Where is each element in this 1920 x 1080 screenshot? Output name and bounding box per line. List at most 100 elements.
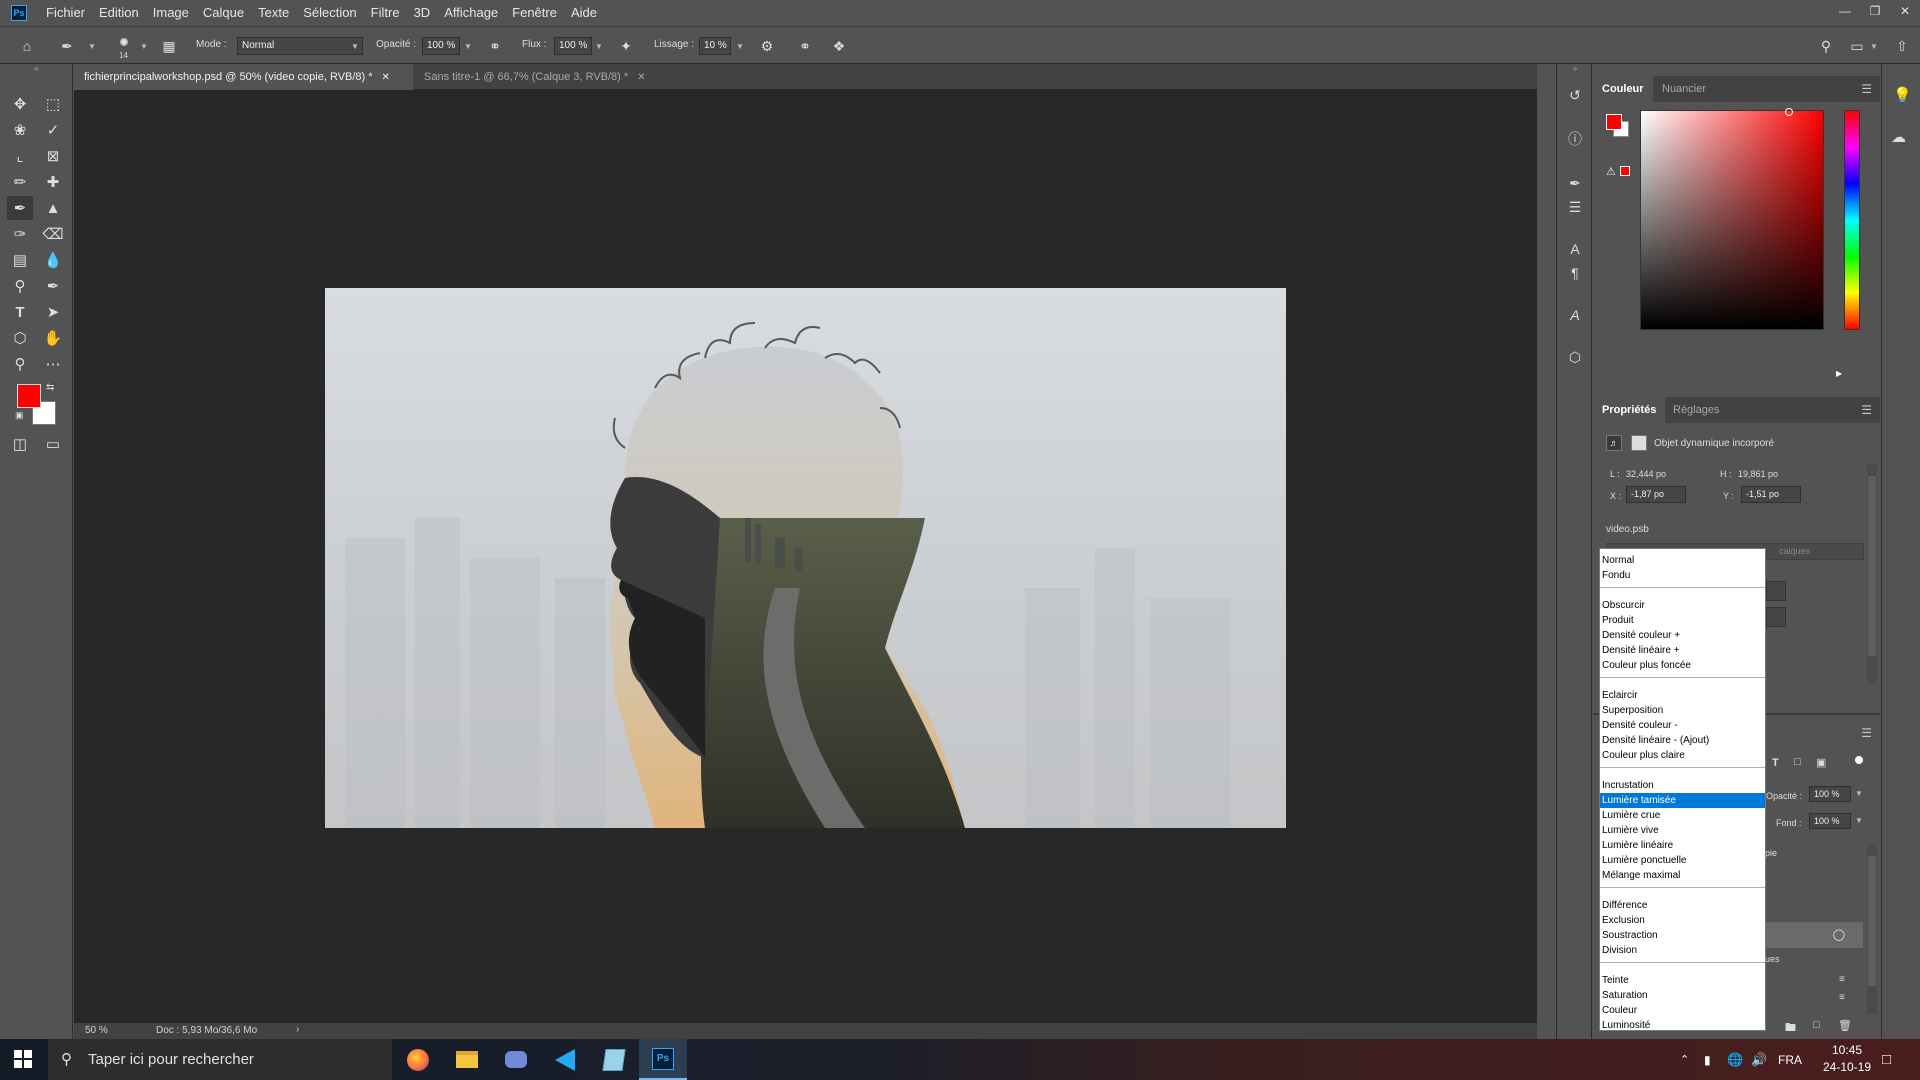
vscode-icon[interactable] <box>541 1039 589 1080</box>
panel-menu-icon[interactable]: ☰ <box>1861 82 1872 96</box>
chevron-down-icon[interactable]: ▼ <box>464 42 472 51</box>
canvas-area[interactable] <box>74 90 1537 1023</box>
layer-name-partial[interactable]: ues <box>1765 954 1780 964</box>
chevron-right-icon[interactable]: › <box>296 1024 299 1035</box>
collapse-arrows-icon[interactable]: » <box>1557 64 1593 74</box>
gear-icon[interactable]: ⚙ <box>758 37 776 55</box>
tray-overflow-icon[interactable]: ⌃ <box>1680 1039 1689 1080</box>
healing-brush-tool-icon[interactable]: ✚ <box>40 170 66 194</box>
blend-mode-option[interactable]: Couleur <box>1600 1003 1765 1018</box>
hue-slider[interactable] <box>1844 110 1860 330</box>
panel-menu-icon[interactable]: ☰ <box>1861 403 1872 417</box>
blend-mode-option[interactable]: Lumière tamisée <box>1600 793 1765 808</box>
workspace-icon[interactable]: ▭ <box>1848 37 1866 55</box>
delete-layer-icon[interactable]: 🗑 <box>1838 1019 1852 1032</box>
chevron-down-icon[interactable]: ▼ <box>140 42 148 51</box>
move-tool-icon[interactable]: ✥ <box>7 92 33 116</box>
pen-tool-icon[interactable]: ✒ <box>40 274 66 298</box>
minimize-icon[interactable]: — <box>1830 0 1860 22</box>
pressure-opacity-icon[interactable]: ⚭ <box>486 37 504 55</box>
height-value[interactable]: 19,861 po <box>1738 469 1778 479</box>
blend-mode-option[interactable]: Couleur plus foncée <box>1600 658 1765 673</box>
blend-mode-option[interactable]: Division <box>1600 943 1765 958</box>
smoothing-input[interactable]: 10 % <box>699 37 731 55</box>
file-explorer-icon[interactable] <box>443 1039 491 1080</box>
close-icon[interactable]: ✕ <box>1890 0 1920 22</box>
menu-aide[interactable]: Aide <box>564 0 604 26</box>
language-indicator[interactable]: FRA <box>1778 1039 1802 1080</box>
photoshop-taskbar-icon[interactable]: Ps <box>639 1039 687 1080</box>
blend-mode-option[interactable]: Densité couleur - <box>1600 718 1765 733</box>
foreground-color-swatch-top[interactable] <box>17 384 41 408</box>
tab-nuancier[interactable]: Nuancier <box>1653 76 1715 102</box>
collapse-arrows-icon[interactable]: « <box>0 64 73 74</box>
close-icon[interactable]: ✕ <box>637 72 645 83</box>
adjustments-icon[interactable]: ☰ <box>1563 196 1587 218</box>
chevron-down-icon[interactable]: ▼ <box>1855 789 1863 798</box>
blend-mode-option[interactable]: Lumière crue <box>1600 808 1765 823</box>
layer-fill-input[interactable]: 100 % <box>1809 813 1851 829</box>
brush-preset-icon[interactable]: ✒ <box>58 37 76 55</box>
dodge-tool-icon[interactable]: ⚲ <box>7 274 33 298</box>
blend-mode-option[interactable]: Normal <box>1600 553 1765 568</box>
chevron-down-icon[interactable]: ▼ <box>88 42 96 51</box>
blend-mode-option[interactable]: Obscurcir <box>1600 598 1765 613</box>
learn-icon[interactable]: 💡 <box>1893 86 1912 104</box>
blend-mode-option[interactable]: Incrustation <box>1600 778 1765 793</box>
brush-size-preview[interactable] <box>116 34 132 50</box>
blend-mode-option[interactable]: Densité linéaire + <box>1600 643 1765 658</box>
network-icon[interactable]: 🌐 <box>1727 1039 1743 1080</box>
chevron-down-icon[interactable]: ▼ <box>1855 816 1863 825</box>
more-tools-icon[interactable]: ⋯ <box>40 352 66 376</box>
share-icon[interactable]: ⇧ <box>1893 37 1911 55</box>
firefox-icon[interactable] <box>394 1039 442 1080</box>
libraries-icon[interactable]: ☁ <box>1891 128 1906 146</box>
document-canvas[interactable] <box>325 288 1286 828</box>
restore-icon[interactable]: ❐ <box>1860 0 1890 22</box>
flow-input[interactable]: 100 % <box>554 37 592 55</box>
path-selection-tool-icon[interactable]: ➤ <box>40 300 66 324</box>
hand-tool-icon[interactable]: ✋ <box>40 326 66 350</box>
chevron-down-icon[interactable]: ▼ <box>736 42 744 51</box>
menu-selection[interactable]: Sélection <box>296 0 363 26</box>
marquee-tool-icon[interactable]: ⬚ <box>40 92 66 116</box>
paint-bucket-tool-icon[interactable]: ▤ <box>7 248 33 272</box>
pressure-size-icon[interactable]: ⚭ <box>796 37 814 55</box>
windows-start-icon[interactable] <box>14 1050 32 1068</box>
zoom-level[interactable]: 50 % <box>85 1025 108 1036</box>
blur-tool-icon[interactable]: 💧 <box>40 248 66 272</box>
gamut-color-swatch[interactable] <box>1620 166 1630 176</box>
new-layer-icon[interactable]: □ <box>1813 1019 1820 1031</box>
clock[interactable]: 10:45 24-10-19 <box>1815 1042 1879 1076</box>
filter-smart-object-icon[interactable]: ▣ <box>1816 756 1826 769</box>
mask-icon[interactable] <box>1631 435 1647 451</box>
3d-icon[interactable]: ⬡ <box>1563 346 1587 368</box>
opacity-input[interactable]: 100 % <box>422 37 460 55</box>
notepad-icon[interactable] <box>590 1039 638 1080</box>
tab-couleur[interactable]: Couleur <box>1593 76 1653 102</box>
blend-mode-option[interactable]: Fondu <box>1600 568 1765 583</box>
stamp-tool-icon[interactable]: ▲ <box>40 196 66 220</box>
blend-mode-option[interactable]: Densité linéaire - (Ajout) <box>1600 733 1765 748</box>
glyphs-icon[interactable]: A <box>1563 304 1587 326</box>
menu-affichage[interactable]: Affichage <box>437 0 505 26</box>
color-field[interactable] <box>1640 110 1824 330</box>
blend-mode-option[interactable]: Couleur plus claire <box>1600 748 1765 763</box>
shape-tool-icon[interactable]: ⬡ <box>7 326 33 350</box>
tab-proprietes[interactable]: Propriétés <box>1593 397 1666 423</box>
history-icon[interactable]: ↺ <box>1563 84 1587 106</box>
type-tool-icon[interactable]: T <box>7 300 33 324</box>
y-input[interactable]: -1,51 po <box>1741 486 1801 503</box>
blend-mode-option[interactable]: Mélange maximal <box>1600 868 1765 883</box>
chevron-down-icon[interactable]: ▼ <box>595 42 603 51</box>
info-icon[interactable]: ⓘ <box>1563 128 1587 150</box>
blend-mode-option[interactable]: Différence <box>1600 898 1765 913</box>
symmetry-icon[interactable]: ❖ <box>830 37 848 55</box>
filter-toggle-icon[interactable] <box>1855 756 1863 764</box>
blend-mode-option[interactable]: Lumière linéaire <box>1600 838 1765 853</box>
mode-select[interactable]: Normal <box>237 37 363 55</box>
blend-mode-option[interactable]: Soustraction <box>1600 928 1765 943</box>
blend-mode-option[interactable]: Lumière vive <box>1600 823 1765 838</box>
history-brush-tool-icon[interactable]: ✑ <box>7 222 33 246</box>
layers-scrollbar[interactable] <box>1867 844 1877 1014</box>
